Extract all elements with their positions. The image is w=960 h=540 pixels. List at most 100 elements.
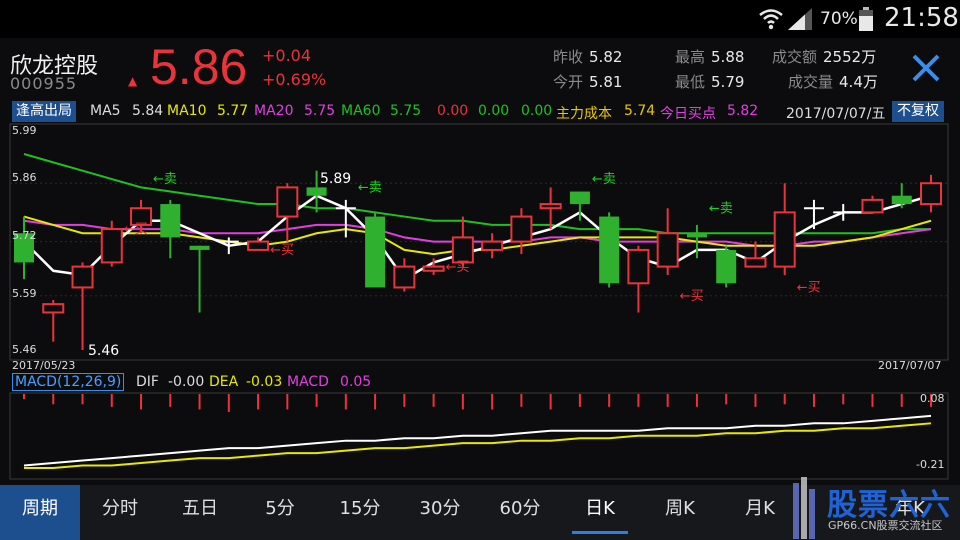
- candle: [716, 245, 737, 288]
- tab-five-day[interactable]: 五日: [160, 485, 240, 540]
- high-price: 最高 5.88: [675, 48, 745, 66]
- indicator-value-c: 0.00: [521, 103, 553, 119]
- candle-body: [744, 257, 767, 268]
- candle-body: [861, 198, 884, 214]
- start-date-label: 2017/05/23: [12, 359, 75, 371]
- candle-body: [276, 186, 299, 218]
- status-bar: 70% 21:58: [0, 0, 960, 38]
- indicator-bar: 逢高出局 MA5 5.84 MA10 5.77 MA20 5.75 MA60 5…: [0, 99, 960, 123]
- tab-30min[interactable]: 30分: [400, 485, 480, 540]
- open-price: 今开 5.81: [553, 73, 623, 91]
- macd-label: MACD: [287, 374, 329, 390]
- strategy-button[interactable]: 逢高出局: [12, 101, 76, 122]
- ma5-value: 5.84: [132, 103, 164, 119]
- candle-body: [71, 265, 94, 289]
- candle: [160, 199, 181, 259]
- tab-5min[interactable]: 5分: [240, 485, 320, 540]
- candle-body: [686, 233, 707, 238]
- adjust-mode-button[interactable]: 不复权: [892, 101, 944, 122]
- dea-label: DEA: [209, 374, 239, 390]
- y-tick-label: 5.59: [12, 287, 37, 300]
- buy-signal-label: ←买: [680, 289, 704, 304]
- y-tick-label: 5.46: [12, 343, 37, 356]
- candle-body: [627, 248, 650, 285]
- tab-weekly[interactable]: 周K: [640, 485, 720, 540]
- candle-body: [247, 240, 270, 251]
- battery-percentage: 70%: [820, 9, 858, 29]
- price-up-icon: ▲: [128, 74, 138, 88]
- candle: [14, 216, 34, 280]
- dea-line: [24, 422, 932, 469]
- last-price: 5.86: [150, 39, 248, 95]
- candle: [276, 183, 299, 242]
- sell-signal-label: ←卖: [153, 172, 177, 187]
- candle-body: [539, 203, 562, 210]
- tab-monthly[interactable]: 月K: [720, 485, 800, 540]
- candle-body: [160, 204, 181, 238]
- candle: [803, 199, 824, 230]
- sell-signal-label: ←卖: [592, 172, 616, 187]
- macd-params: MACD(12,26,9): [12, 373, 125, 391]
- candle: [773, 183, 796, 275]
- sell-signal-label: ←卖: [709, 201, 733, 216]
- macd-value: 0.05: [340, 374, 372, 390]
- ma10-label: MA10: [167, 103, 207, 119]
- indicator-value-b: 0.00: [478, 103, 510, 119]
- main-cost-label: 主力成本: [556, 106, 612, 122]
- candle-body: [569, 191, 590, 205]
- candle-body: [100, 228, 123, 264]
- tab-intraday[interactable]: 分时: [80, 485, 160, 540]
- y-tick-label: 5.86: [12, 171, 37, 184]
- candle: [656, 208, 679, 275]
- signal-icon: [788, 8, 812, 30]
- candle-body: [656, 232, 679, 268]
- candle: [393, 258, 416, 292]
- tab-15min[interactable]: 15分: [320, 485, 400, 540]
- candle-body: [393, 265, 416, 289]
- ma20-value: 5.75: [304, 103, 336, 119]
- active-tab-indicator: [572, 531, 628, 534]
- candle-body: [481, 240, 504, 251]
- dif-line: [23, 414, 932, 467]
- candle-body: [306, 187, 327, 196]
- candle: [891, 183, 912, 209]
- close-icon[interactable]: [910, 52, 942, 84]
- kline-chart[interactable]: ←卖 ←买 ←买 ←卖 ←买 ←卖 ←买 ←卖 ←买 5.99 5.86 5.72 5.59 5…: [0, 123, 960, 371]
- candle-body: [365, 216, 386, 288]
- candle-body: [451, 236, 474, 264]
- quote-header: 欣龙控股 000955 ▲ 5.86 +0.04 +0.69% 昨收 5.82 今…: [0, 38, 960, 98]
- candle: [599, 212, 620, 288]
- watermark-subtitle: GP66.CN股票交流社区: [828, 519, 943, 532]
- main-cost-value: 5.74: [624, 103, 656, 119]
- clock: 21:58: [884, 3, 959, 33]
- candle: [189, 245, 210, 313]
- candle: [920, 174, 942, 213]
- price-change: +0.04: [262, 46, 312, 65]
- tab-60min[interactable]: 60分: [480, 485, 560, 540]
- buy-point-label: 今日买点: [660, 106, 716, 122]
- macd-y-min-label: -0.21: [916, 458, 944, 471]
- tab-period[interactable]: 周期: [0, 485, 80, 540]
- prev-close: 昨收 5.82: [553, 48, 623, 66]
- turnover: 成交额 2552万: [772, 48, 877, 66]
- ma60-label: MA60: [341, 103, 381, 119]
- candle: [481, 233, 504, 259]
- buy-signal-label: ←买: [124, 222, 148, 237]
- y-tick-label: 5.72: [12, 229, 37, 242]
- candle-body: [510, 215, 533, 243]
- candle-body: [920, 182, 942, 206]
- candle-body: [716, 249, 737, 284]
- candle: [365, 212, 386, 288]
- macd-y-max-label: 0.08: [920, 392, 945, 405]
- y-tick-label: 5.99: [12, 124, 37, 137]
- macd-chart[interactable]: 0.08 -0.21: [0, 392, 960, 484]
- ma20-label: MA20: [254, 103, 294, 119]
- dea-value: -0.03: [246, 374, 283, 390]
- max-price-label: 5.89: [320, 171, 351, 187]
- candle: [247, 237, 270, 251]
- wifi-icon: [759, 9, 783, 30]
- candle-body: [189, 245, 210, 250]
- buy-signal-label: ←买: [797, 281, 821, 296]
- end-date-label: 2017/07/07: [878, 359, 941, 371]
- min-price-label: 5.46: [88, 343, 119, 359]
